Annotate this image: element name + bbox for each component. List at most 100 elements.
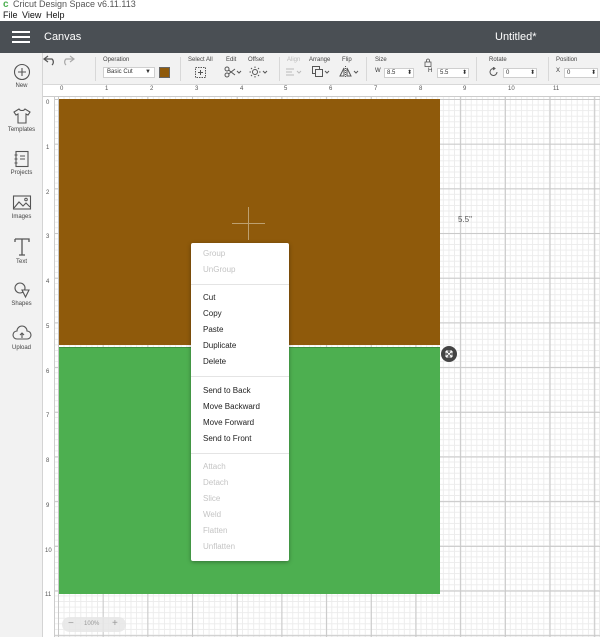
ruler-tick-label: 4 xyxy=(46,279,50,285)
toolbar-divider xyxy=(95,57,96,81)
vertical-ruler: 0 1 2 3 4 5 6 7 8 9 10 11 xyxy=(43,97,55,637)
align-icon[interactable] xyxy=(285,67,303,78)
stepper-icon[interactable]: ⬍ xyxy=(462,69,467,77)
offset-group[interactable]: Offset xyxy=(248,53,272,85)
plus-circle-icon xyxy=(13,63,30,81)
menu-item-paste[interactable]: Paste xyxy=(203,325,223,334)
zoom-in-button[interactable]: + xyxy=(112,618,118,629)
flip-icon[interactable] xyxy=(339,66,361,78)
redo-icon[interactable] xyxy=(61,54,76,66)
flip-group[interactable]: Flip xyxy=(339,53,361,85)
menu-item-duplicate[interactable]: Duplicate xyxy=(203,341,236,350)
rotate-input[interactable]: 0 ⬍ xyxy=(503,68,537,78)
hamburger-menu-icon[interactable] xyxy=(12,31,30,43)
width-input[interactable]: 8.5 ⬍ xyxy=(384,68,414,78)
menu-item-copy[interactable]: Copy xyxy=(203,309,222,318)
arrange-layers-icon[interactable] xyxy=(312,66,332,78)
text-t-icon xyxy=(13,238,30,256)
menu-divider xyxy=(191,453,289,454)
sidebar-item-label: Shapes xyxy=(11,301,32,307)
x-label: X xyxy=(556,68,561,74)
sidebar-item-label: Templates xyxy=(7,127,36,133)
ruler-tick-label: 7 xyxy=(374,86,378,92)
ruler-tick-label: 0 xyxy=(46,100,50,106)
lock-icon[interactable] xyxy=(424,58,432,67)
menu-item-slice[interactable]: Slice xyxy=(203,494,220,503)
sidebar-item-label: Images xyxy=(11,214,32,220)
x-position-input[interactable]: 0 ⬍ xyxy=(564,68,598,78)
ruler-tick-label: 2 xyxy=(150,86,154,92)
menu-item-delete[interactable]: Delete xyxy=(203,357,226,366)
menu-item-group[interactable]: Group xyxy=(203,249,225,258)
menu-help[interactable]: Help xyxy=(46,10,65,20)
ruler-tick-label: 1 xyxy=(105,86,109,92)
menu-item-unflatten[interactable]: Unflatten xyxy=(203,542,235,551)
height-input[interactable]: 5.5 ⬍ xyxy=(437,68,469,78)
sidebar-item-text[interactable]: Text xyxy=(0,237,43,277)
zoom-value: 100% xyxy=(84,621,100,627)
ruler-tick-label: 9 xyxy=(463,86,467,92)
stepper-icon[interactable]: ⬍ xyxy=(530,69,535,77)
chevron-down-icon: ▼ xyxy=(145,69,151,75)
align-group[interactable]: Align xyxy=(285,53,305,85)
align-label: Align xyxy=(287,57,301,63)
menu-item-send-to-back[interactable]: Send to Back xyxy=(203,386,251,395)
menu-item-weld[interactable]: Weld xyxy=(203,510,221,519)
sidebar-item-shapes[interactable]: Shapes xyxy=(0,281,43,321)
ruler-tick-label: 11 xyxy=(45,592,52,598)
window-title: Cricut Design Space v6.11.113 xyxy=(13,0,136,9)
edit-group[interactable]: Edit xyxy=(224,53,246,85)
rotate-group: Rotate 0 ⬍ xyxy=(489,53,545,85)
zoom-control: − 100% + xyxy=(62,617,126,632)
stepper-icon[interactable]: ⬍ xyxy=(591,69,596,77)
undo-icon[interactable] xyxy=(43,54,57,66)
menu-item-flatten[interactable]: Flatten xyxy=(203,526,227,535)
stepper-icon[interactable]: ⬍ xyxy=(407,69,412,77)
menu-item-detach[interactable]: Detach xyxy=(203,478,228,487)
sidebar-item-projects[interactable]: Projects xyxy=(0,150,43,190)
toolbar-divider xyxy=(180,57,181,81)
menu-item-attach[interactable]: Attach xyxy=(203,462,226,471)
edit-label: Edit xyxy=(226,57,237,63)
select-all-icon[interactable] xyxy=(195,67,206,78)
image-icon xyxy=(12,195,31,210)
menu-item-ungroup[interactable]: UnGroup xyxy=(203,265,235,274)
ruler-tick-label: 6 xyxy=(329,86,333,92)
ruler-tick-label: 3 xyxy=(46,234,50,240)
sidebar-item-new[interactable]: New xyxy=(0,63,43,103)
operation-color-swatch[interactable] xyxy=(159,67,170,78)
menu-item-send-to-front[interactable]: Send to Front xyxy=(203,434,251,443)
menu-item-move-backward[interactable]: Move Backward xyxy=(203,402,260,411)
tshirt-icon xyxy=(12,108,31,124)
ruler-tick-label: 5 xyxy=(46,324,50,330)
menu-file[interactable]: File xyxy=(3,10,18,20)
menu-item-cut[interactable]: Cut xyxy=(203,293,215,302)
ruler-tick-label: 3 xyxy=(195,86,199,92)
arrange-group[interactable]: Arrange xyxy=(309,53,335,85)
ruler-tick-label: 7 xyxy=(46,413,50,419)
document-title[interactable]: Untitled* xyxy=(495,31,537,43)
sidebar-item-images[interactable]: Images xyxy=(0,194,43,234)
select-all-group[interactable]: Select All xyxy=(188,53,218,85)
sidebar-item-label: New xyxy=(15,83,28,89)
offset-sun-icon[interactable] xyxy=(249,66,269,78)
scissors-icon[interactable] xyxy=(224,66,242,78)
notebook-icon xyxy=(14,150,29,168)
zoom-out-button[interactable]: − xyxy=(68,618,74,629)
rotate-icon xyxy=(489,67,498,76)
height-dimension-label: 5.5" xyxy=(458,215,472,224)
horizontal-ruler: 0 1 2 3 4 5 6 7 8 9 10 11 xyxy=(43,85,600,97)
left-sidebar: New Templates Projects Images Text Shape… xyxy=(0,53,43,637)
operation-group: Operation Basic Cut ▼ xyxy=(103,53,173,85)
sidebar-item-upload[interactable]: Upload xyxy=(0,325,43,365)
ruler-tick-label: 0 xyxy=(60,86,64,92)
window-title-bar: c Cricut Design Space v6.11.113 xyxy=(0,0,600,10)
ruler-tick-label: 4 xyxy=(240,86,244,92)
position-group: Position X 0 ⬍ xyxy=(556,53,600,85)
scale-handle[interactable] xyxy=(441,346,457,362)
position-label: Position xyxy=(556,57,578,63)
menu-view[interactable]: View xyxy=(22,10,41,20)
operation-select[interactable]: Basic Cut ▼ xyxy=(103,67,155,78)
menu-item-move-forward[interactable]: Move Forward xyxy=(203,418,254,427)
sidebar-item-templates[interactable]: Templates xyxy=(0,107,43,147)
